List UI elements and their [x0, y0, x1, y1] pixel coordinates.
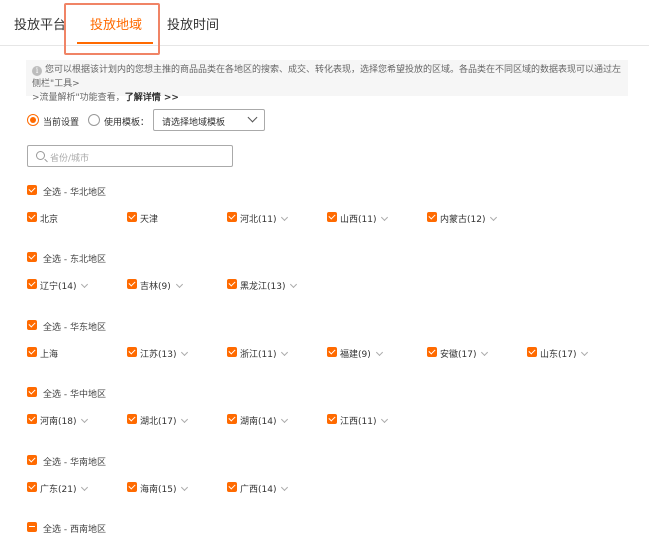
chevron-down-icon[interactable]: [81, 415, 89, 424]
chevron-down-icon[interactable]: [381, 415, 389, 424]
select-all-region-checkbox[interactable]: [27, 320, 37, 330]
chevron-down-icon[interactable]: [281, 415, 289, 424]
region-label: 全选 - 华东地区: [43, 323, 106, 333]
province-checkbox[interactable]: [327, 347, 337, 357]
select-all-region-checkbox[interactable]: [27, 252, 37, 262]
search-placeholder: 省份/城市: [50, 154, 90, 164]
province-name: 河南(18): [40, 414, 89, 427]
chevron-down-icon[interactable]: [381, 213, 389, 222]
chevron-down-icon[interactable]: [375, 348, 383, 357]
province-checkbox[interactable]: [227, 279, 237, 289]
select-all-region-checkbox[interactable]: [27, 387, 37, 397]
province-checkbox[interactable]: [27, 347, 37, 357]
notice-text-line2: >流量解析"功能查看，: [32, 93, 125, 103]
active-tab-indicator: [77, 42, 153, 44]
select-all-region-checkbox[interactable]: [27, 185, 37, 195]
chevron-down-icon[interactable]: [181, 483, 189, 492]
province-checkbox[interactable]: [127, 279, 137, 289]
region-label: 全选 - 华北地区: [43, 188, 106, 198]
province-name: 江西(11): [340, 414, 389, 427]
province-name: 江苏(13): [140, 347, 189, 360]
select-all-region-checkbox[interactable]: [27, 522, 37, 532]
chevron-down-icon[interactable]: [175, 280, 183, 289]
chevron-down-icon[interactable]: [481, 348, 489, 357]
province-checkbox[interactable]: [327, 414, 337, 424]
tab-region[interactable]: 投放地域: [90, 14, 142, 33]
province-checkbox[interactable]: [427, 212, 437, 222]
province-name: 广东(21): [40, 482, 89, 495]
use-template-label: 使用模板：: [104, 118, 150, 128]
province-checkbox[interactable]: [27, 414, 37, 424]
province-checkbox[interactable]: [327, 212, 337, 222]
region-template-select[interactable]: 请选择地域模板: [153, 109, 265, 131]
region-label: 全选 - 西南地区: [43, 525, 106, 535]
chevron-down-icon[interactable]: [281, 483, 289, 492]
province-name: 北京: [40, 215, 59, 225]
province-name: 湖北(17): [140, 414, 189, 427]
province-checkbox[interactable]: [127, 482, 137, 492]
region-label: 全选 - 华南地区: [43, 458, 106, 468]
current-setting-label: 当前设置: [43, 118, 80, 128]
chevron-down-icon[interactable]: [81, 280, 89, 289]
province-checkbox[interactable]: [27, 279, 37, 289]
notice-text-line1: 您可以根据该计划内的您想主推的商品品类在各地区的搜索、成交、转化表现，选择您希望…: [32, 65, 622, 89]
province-name: 安徽(17): [440, 347, 489, 360]
province-name: 河北(11): [240, 212, 289, 225]
province-checkbox[interactable]: [527, 347, 537, 357]
chevron-down-icon[interactable]: [281, 348, 289, 357]
tab-bar: 投放平台 投放地域 投放时间: [0, 0, 649, 46]
chevron-down-icon[interactable]: [290, 280, 298, 289]
chevron-down-icon: [247, 112, 258, 123]
region-template-select-value: 请选择地域模板: [162, 118, 226, 128]
province-checkbox[interactable]: [27, 212, 37, 222]
chevron-down-icon[interactable]: [181, 415, 189, 424]
province-checkbox[interactable]: [127, 212, 137, 222]
province-checkbox[interactable]: [27, 482, 37, 492]
chevron-down-icon[interactable]: [181, 348, 189, 357]
info-notice: i 您可以根据该计划内的您想主推的商品品类在各地区的搜索、成交、转化表现，选择您希…: [26, 60, 628, 103]
province-checkbox[interactable]: [227, 482, 237, 492]
search-icon: [36, 151, 45, 160]
province-name: 海南(15): [140, 482, 189, 495]
province-checkbox[interactable]: [127, 347, 137, 357]
province-search-input[interactable]: 省份/城市: [27, 145, 233, 167]
chevron-down-icon[interactable]: [490, 213, 498, 222]
province-name: 山东(17): [540, 347, 589, 360]
province-name: 山西(11): [340, 212, 389, 225]
select-all-region-checkbox[interactable]: [27, 455, 37, 465]
province-name: 福建(9): [340, 347, 383, 360]
learn-more-link[interactable]: 了解详情 >>: [125, 93, 179, 103]
province-name: 浙江(11): [240, 347, 289, 360]
province-checkbox[interactable]: [427, 347, 437, 357]
current-setting-radio[interactable]: [27, 114, 39, 126]
tab-time[interactable]: 投放时间: [167, 14, 219, 33]
province-checkbox[interactable]: [127, 414, 137, 424]
region-label: 全选 - 东北地区: [43, 255, 106, 265]
province-name: 上海: [40, 350, 59, 360]
province-checkbox[interactable]: [227, 414, 237, 424]
chevron-down-icon[interactable]: [581, 348, 589, 357]
province-name: 天津: [140, 215, 159, 225]
province-name: 内蒙古(12): [440, 212, 498, 225]
province-name: 吉林(9): [140, 279, 183, 292]
province-name: 黑龙江(13): [240, 279, 298, 292]
info-icon: i: [32, 66, 42, 76]
region-label: 全选 - 华中地区: [43, 390, 106, 400]
chevron-down-icon[interactable]: [81, 483, 89, 492]
province-name: 辽宁(14): [40, 279, 89, 292]
province-checkbox[interactable]: [227, 212, 237, 222]
province-name: 广西(14): [240, 482, 289, 495]
tab-platform[interactable]: 投放平台: [14, 14, 66, 33]
chevron-down-icon[interactable]: [281, 213, 289, 222]
use-template-radio[interactable]: [88, 114, 100, 126]
province-checkbox[interactable]: [227, 347, 237, 357]
province-name: 湖南(14): [240, 414, 289, 427]
